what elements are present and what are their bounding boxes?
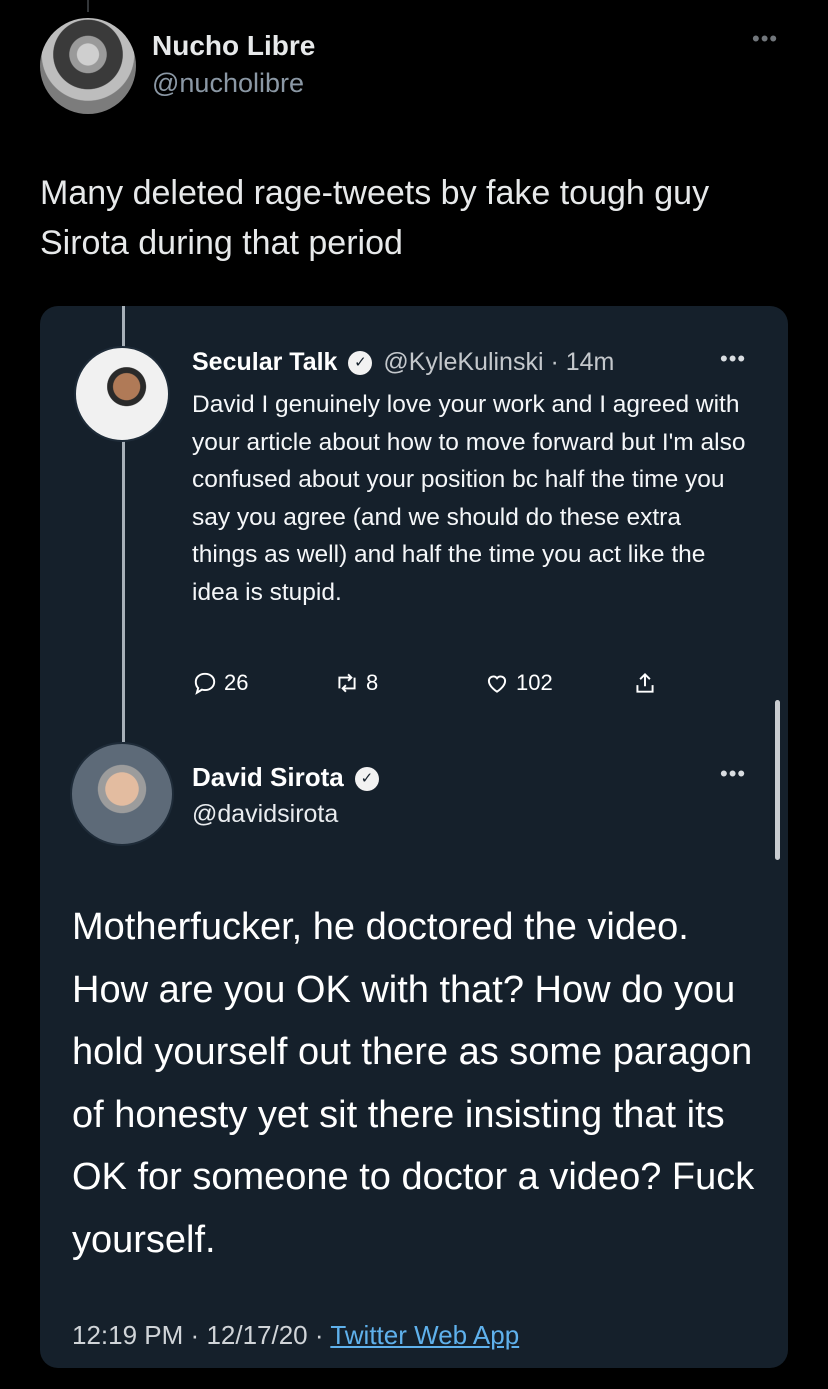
retweet-action: 8	[334, 670, 378, 696]
tweet-text: Many deleted rage-tweets by fake tough g…	[40, 174, 710, 262]
reply-count: 26	[224, 670, 249, 695]
share-icon	[636, 672, 654, 693]
quoted-display-name: Secular Talk	[192, 348, 338, 376]
reply-display-name: David Sirota	[192, 762, 344, 792]
reply-meta: 12:19 PM · 12/17/20 · Twitter Web App	[72, 1320, 519, 1351]
author-handle[interactable]: @nucholibre	[152, 68, 304, 99]
screenshot-image[interactable]: Secular Talk ✓ @KyleKulinski · 14m ••• D…	[40, 306, 788, 1368]
reply-more-icon: •••	[720, 761, 747, 786]
retweet-count: 8	[366, 670, 379, 695]
reply-avatar	[70, 742, 174, 846]
more-horizontal-icon[interactable]: •••	[752, 26, 778, 52]
quoted-actions: 26 8 102	[192, 670, 672, 706]
quoted-more-icon: •••	[720, 346, 747, 371]
reply-action: 26	[192, 670, 248, 696]
avatar[interactable]	[40, 18, 136, 114]
quoted-body: David I genuinely love your work and I a…	[192, 391, 746, 606]
author-display-name[interactable]: Nucho Libre	[152, 30, 315, 62]
scrollbar	[775, 700, 780, 860]
reply-name-row: David Sirota ✓	[192, 762, 383, 793]
retweet-icon	[338, 673, 356, 693]
quoted-avatar	[74, 346, 170, 442]
quoted-header: Secular Talk ✓ @KyleKulinski · 14m	[192, 348, 614, 377]
meta-separator: ·	[314, 1320, 324, 1350]
reply-handle: @davidsirota	[192, 800, 339, 828]
verified-badge-icon: ✓	[354, 767, 379, 792]
share-action	[632, 670, 658, 696]
reply-body: Motherfucker, he doctored the video. How…	[72, 906, 755, 1261]
like-count: 102	[516, 670, 553, 695]
thread-connector-top	[87, 0, 89, 12]
like-action: 102	[484, 670, 553, 696]
quoted-time: · 14m	[550, 348, 615, 376]
reply-icon	[194, 672, 216, 695]
reply-time: 12:19 PM	[72, 1320, 184, 1350]
meta-separator: ·	[190, 1320, 200, 1350]
reply-date: 12/17/20	[206, 1320, 308, 1350]
verified-badge-icon: ✓	[348, 351, 373, 376]
heart-icon	[487, 675, 507, 693]
source-link: Twitter Web App	[330, 1320, 520, 1350]
quoted-handle: @KyleKulinski	[383, 348, 544, 376]
